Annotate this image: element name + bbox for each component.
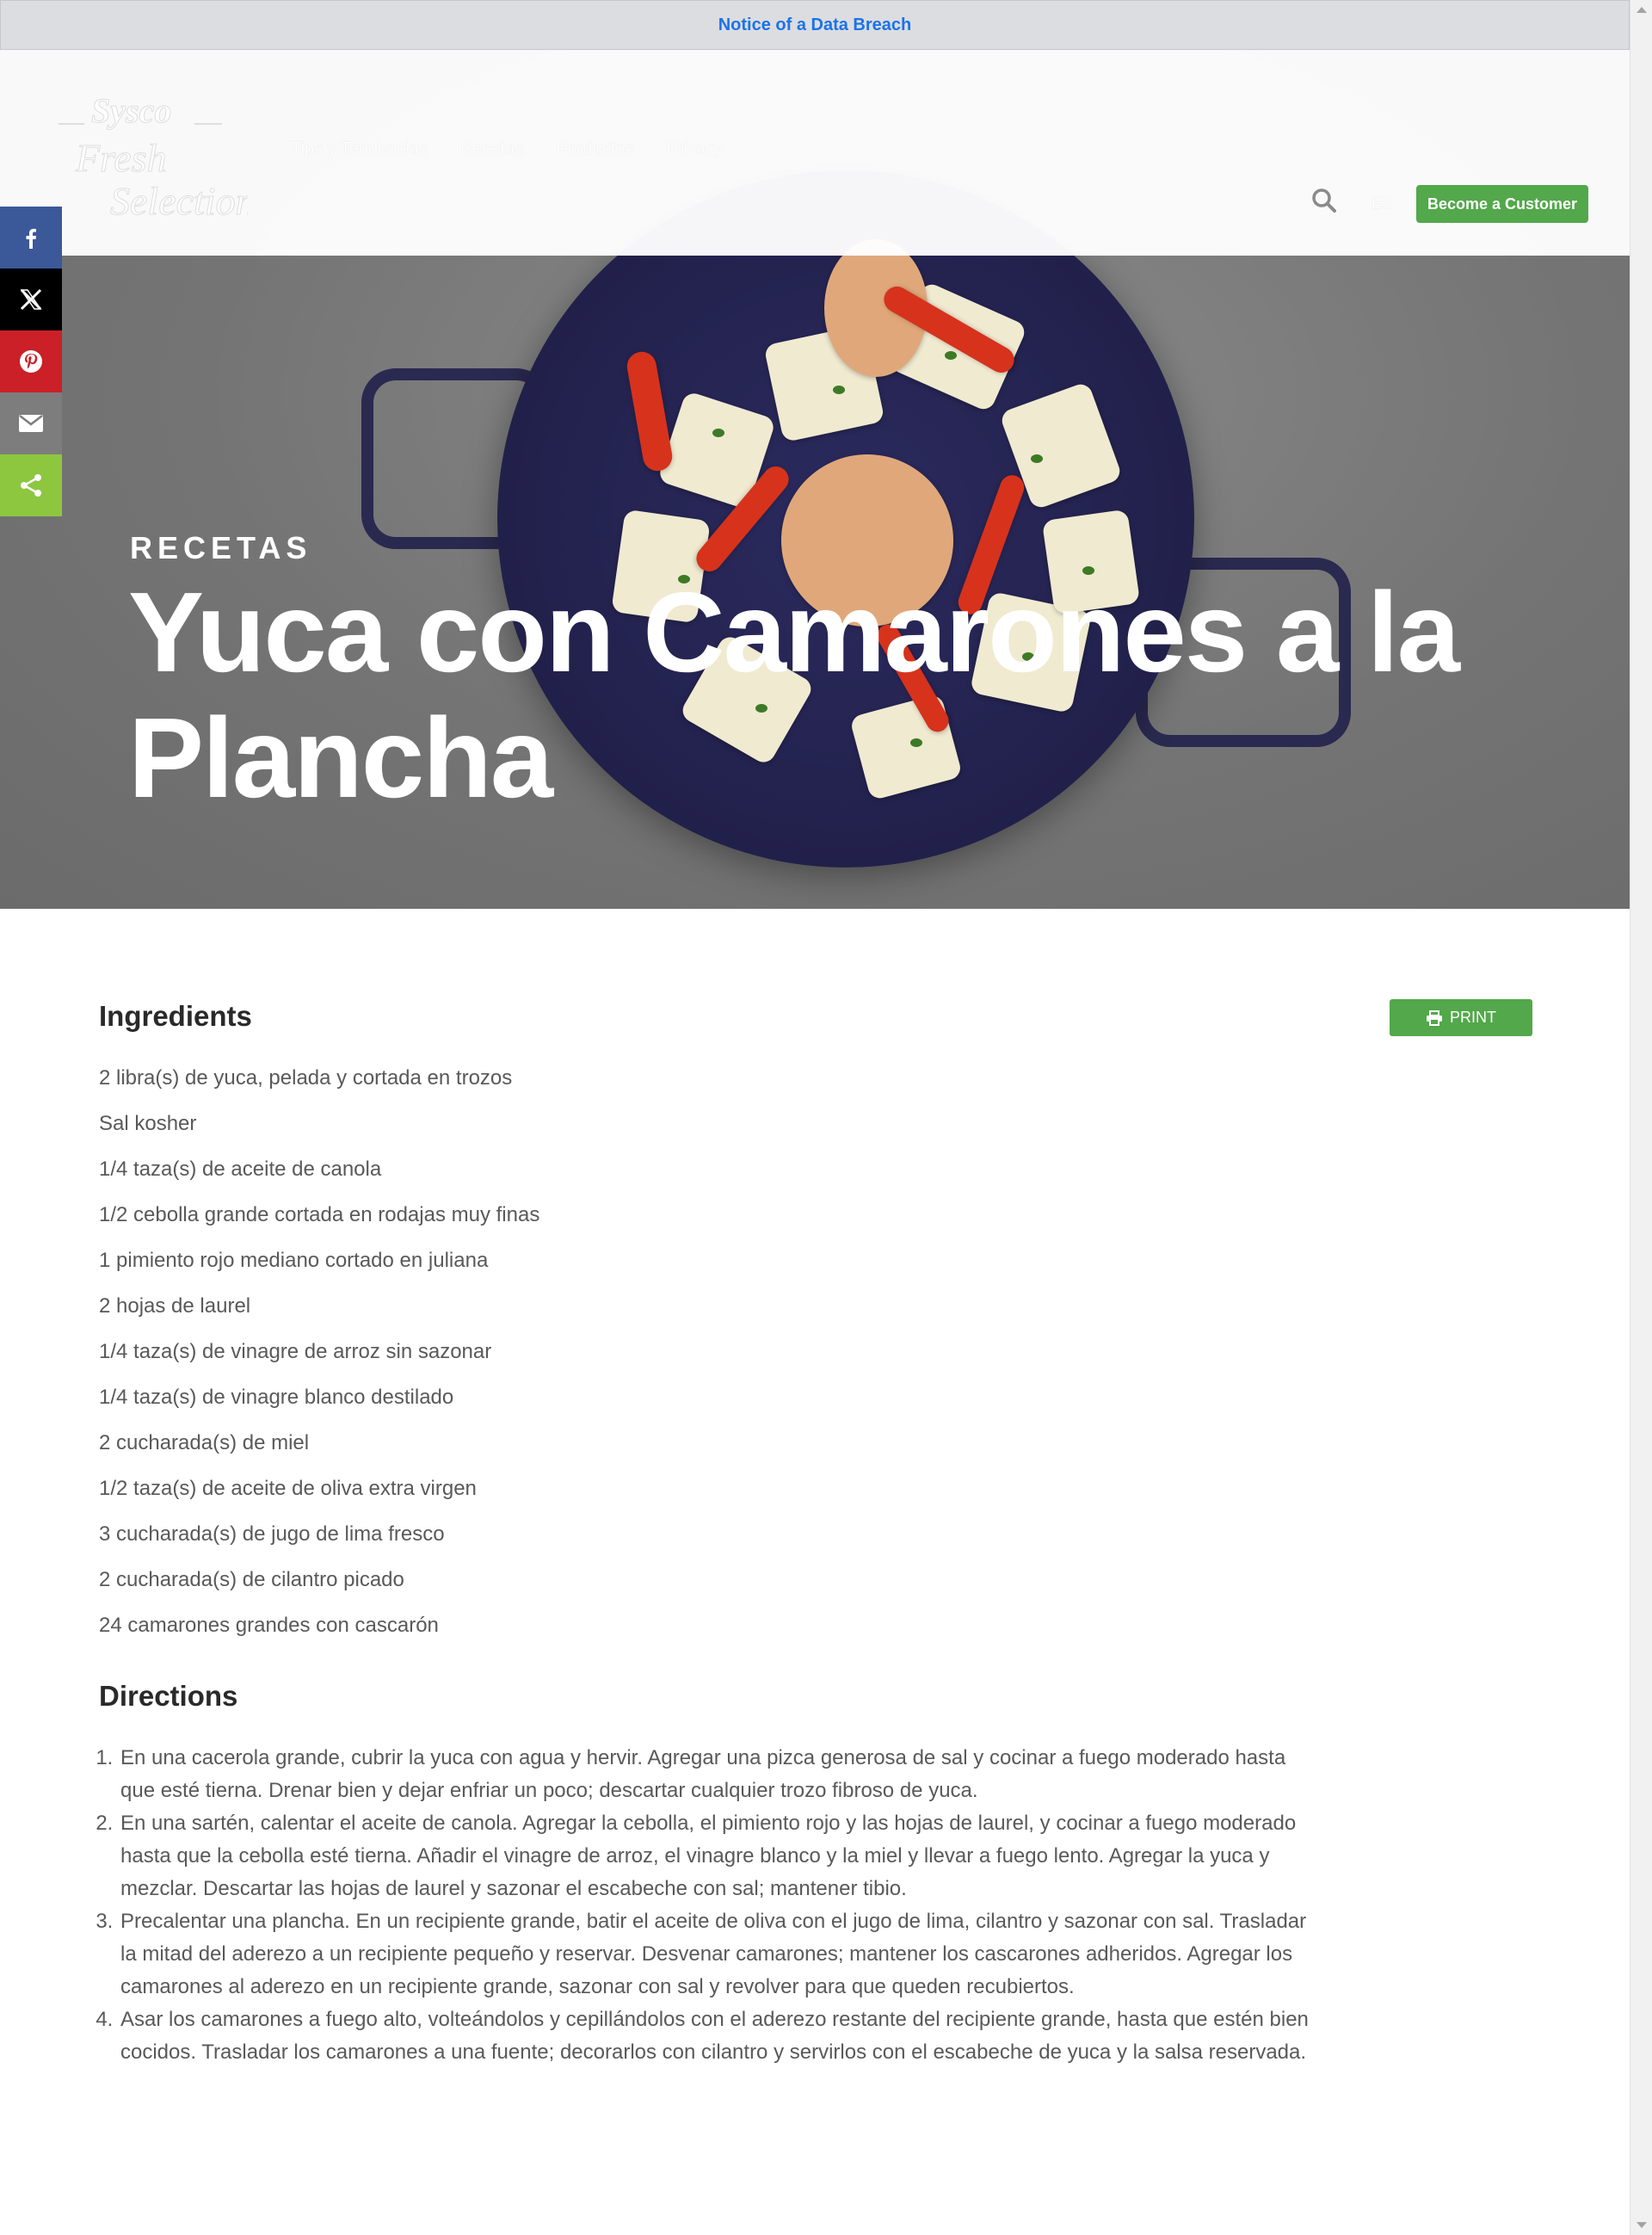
x-share-button[interactable] xyxy=(0,269,62,330)
page-scrollbar[interactable] xyxy=(1630,0,1652,2235)
language-switch[interactable]: ES xyxy=(1372,194,1392,213)
ingredients-heading: Ingredients xyxy=(99,1000,252,1032)
ingredient-item: Sal kosher xyxy=(99,1112,197,1135)
facebook-share-button[interactable] xyxy=(0,207,62,269)
share-sidebar xyxy=(0,207,62,516)
become-customer-button[interactable]: Become a Customer xyxy=(1416,185,1588,223)
page-title: Yuca con Camarones a la Plancha xyxy=(128,569,1460,821)
nav-item-privacy[interactable]: Privacy xyxy=(666,139,723,159)
svg-text:Selection: Selection xyxy=(110,179,248,223)
ingredient-item: 2 libra(s) de yuca, pelada y cortada en … xyxy=(99,1066,513,1090)
site-header: Sysco Fresh Selection Tips y Tendencias … xyxy=(0,50,1630,256)
notice-bar: Notice of a Data Breach xyxy=(0,0,1630,50)
pinterest-share-button[interactable] xyxy=(0,330,62,392)
nav-item-tips[interactable]: Tips y Tendencias xyxy=(291,139,428,159)
print-label: PRINT xyxy=(1450,1009,1496,1026)
directions-list: En una cacerola grande, cubrir la yuca c… xyxy=(99,1742,1315,2069)
share-icon xyxy=(21,474,41,497)
scroll-down-arrow-icon[interactable] xyxy=(1637,2222,1647,2228)
ingredient-item: 1/4 taza(s) de aceite de canola xyxy=(99,1158,382,1181)
main-nav: Tips y Tendencias Recetas Productos Priv… xyxy=(291,139,723,159)
ingredient-item: 1/2 cebolla grande cortada en rodajas mu… xyxy=(99,1203,540,1226)
print-button[interactable]: PRINT xyxy=(1390,999,1532,1036)
ingredient-item: 1/4 taza(s) de vinagre de arroz sin sazo… xyxy=(99,1340,492,1363)
ingredient-item: 1 pimiento rojo mediano cortado en julia… xyxy=(99,1249,489,1272)
direction-step: En una cacerola grande, cubrir la yuca c… xyxy=(119,1742,1315,1807)
direction-step: Precalentar una plancha. En un recipient… xyxy=(119,1905,1315,2003)
pinterest-icon xyxy=(20,350,42,373)
ingredient-item: 3 cucharada(s) de jugo de lima fresco xyxy=(99,1522,445,1546)
printer-icon xyxy=(1427,1009,1442,1026)
facebook-icon xyxy=(26,228,36,249)
ingredient-item: 1/4 taza(s) de vinagre blanco destilado xyxy=(99,1386,454,1409)
ingredient-item: 2 cucharada(s) de miel xyxy=(99,1431,310,1454)
ingredient-item: 2 cucharada(s) de cilantro picado xyxy=(99,1568,404,1591)
logo-top-text: Sysco xyxy=(91,91,171,130)
direction-step: Asar los camarones a fuego alto, volteán… xyxy=(119,2003,1315,2069)
search-icon[interactable] xyxy=(1311,188,1337,213)
more-share-button[interactable] xyxy=(0,454,62,516)
svg-text:Fresh: Fresh xyxy=(75,136,167,180)
email-icon xyxy=(19,415,43,432)
nav-item-recetas[interactable]: Recetas xyxy=(460,139,523,159)
scroll-up-arrow-icon[interactable] xyxy=(1637,7,1647,13)
ingredient-item: 1/2 taza(s) de aceite de oliva extra vir… xyxy=(99,1477,477,1500)
directions-heading: Directions xyxy=(99,1680,238,1712)
ingredient-item: 2 hojas de laurel xyxy=(99,1294,251,1318)
ingredients-list: 2 libra(s) de yuca, pelada y cortada en … xyxy=(99,1064,539,1657)
x-icon xyxy=(20,288,42,311)
email-share-button[interactable] xyxy=(0,392,62,454)
ingredient-item: 24 camarones grandes con cascarón xyxy=(99,1614,439,1637)
direction-step: En una sartén, calentar el aceite de can… xyxy=(119,1807,1315,1905)
hero-category: RECETAS xyxy=(130,530,312,565)
nav-item-productos[interactable]: Productos xyxy=(556,139,633,159)
data-breach-link[interactable]: Notice of a Data Breach xyxy=(718,15,912,35)
sysco-fresh-selection-logo[interactable]: Sysco Fresh Selection xyxy=(50,90,256,227)
